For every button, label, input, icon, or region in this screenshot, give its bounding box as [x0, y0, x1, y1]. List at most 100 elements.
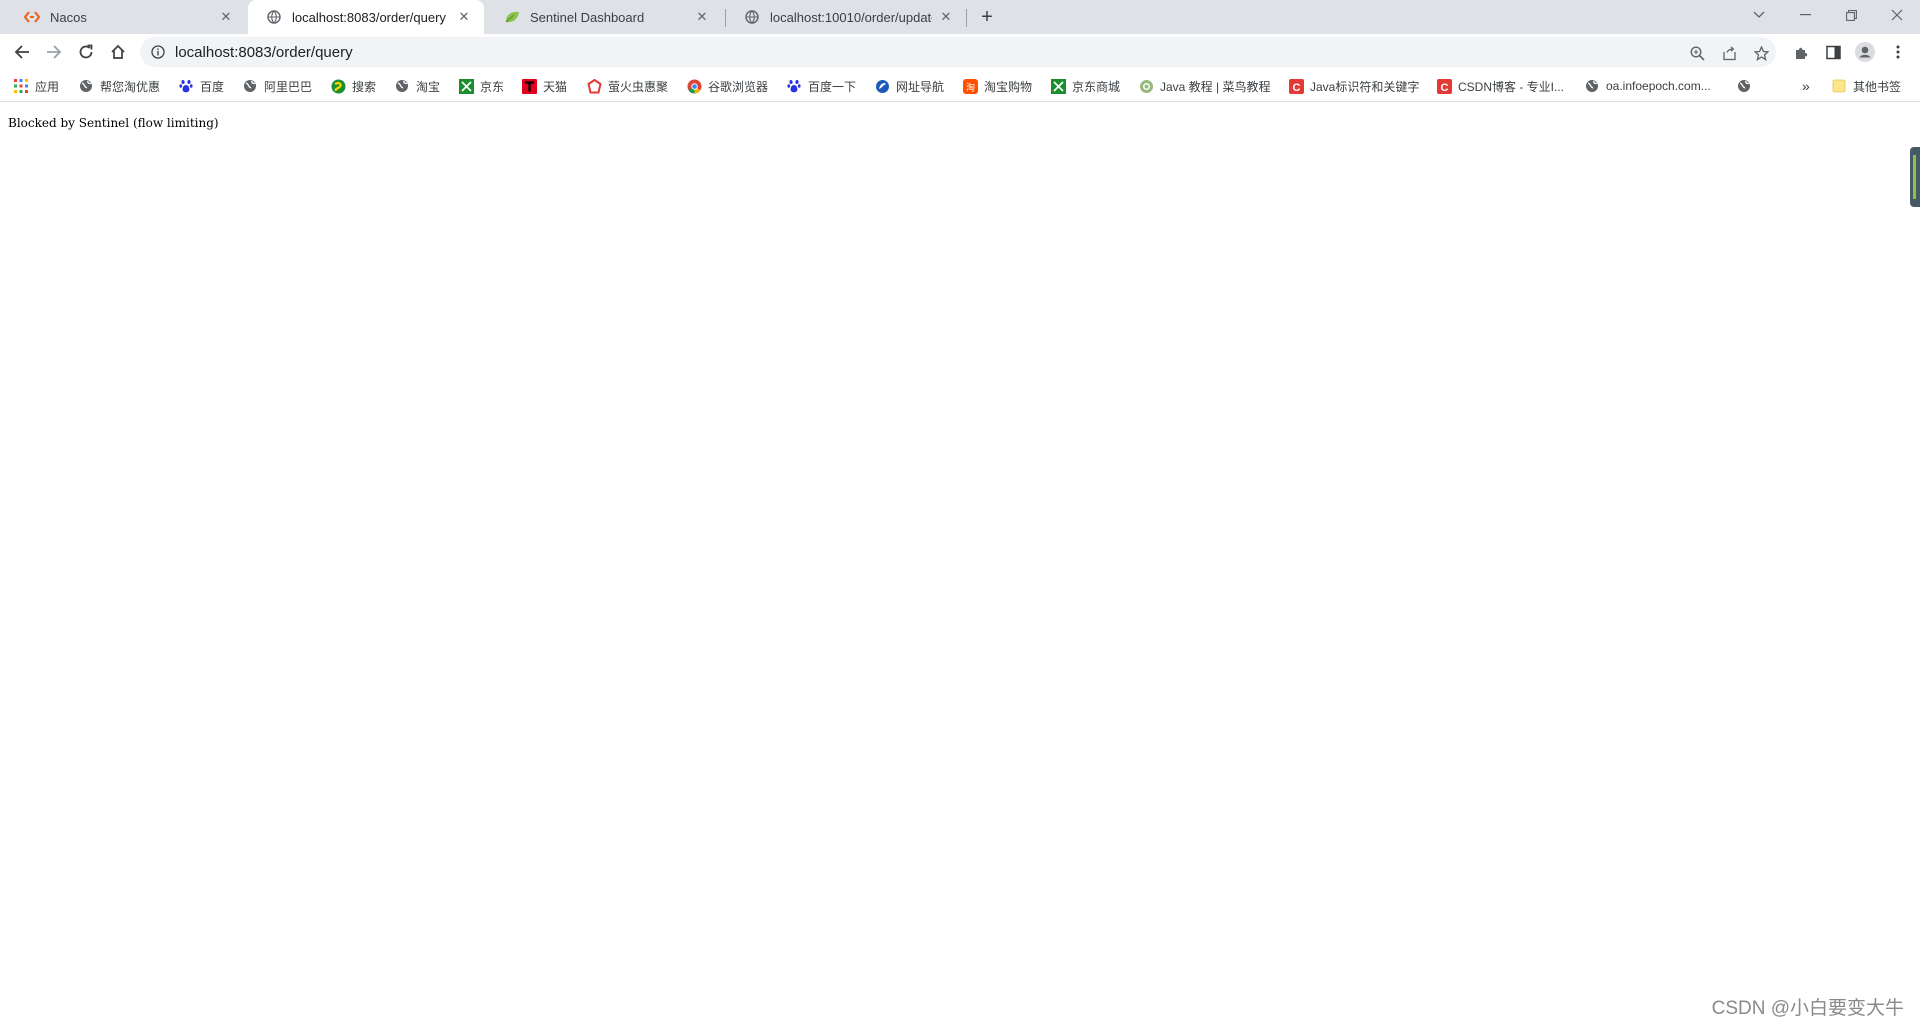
tab-title: Sentinel Dashboard: [530, 9, 645, 25]
tab-nacos[interactable]: Nacos ✕: [6, 0, 246, 34]
bookmark-label: 应用: [35, 79, 60, 94]
bookmark-item[interactable]: C Java标识符和关键字: [1288, 76, 1419, 96]
runoob-icon: [1138, 78, 1154, 94]
bookmark-label: 淘宝: [416, 79, 441, 94]
globe-icon: [744, 9, 760, 25]
bookmark-item[interactable]: 京东商城: [1050, 76, 1120, 96]
bookmark-item[interactable]: 百度: [178, 76, 224, 96]
bookmark-item[interactable]: 网址导航: [874, 76, 944, 96]
bookmark-item[interactable]: 谷歌浏览器: [686, 76, 768, 96]
other-bookmarks-folder[interactable]: 其他书签: [1831, 76, 1920, 96]
globe-icon: [266, 9, 282, 25]
forward-button[interactable]: [40, 38, 68, 66]
globe-icon: [1584, 78, 1600, 94]
bookmark-item[interactable]: 天猫: [521, 76, 567, 96]
tab-order-update[interactable]: localhost:10010/order/update ✕: [726, 0, 966, 34]
bookmark-label: oa.infoepoch.com...: [1606, 79, 1711, 93]
nav-icon: [874, 78, 890, 94]
menu-kebab-icon[interactable]: [1888, 42, 1908, 62]
globe-icon: [394, 78, 410, 94]
restore-icon[interactable]: [1828, 0, 1874, 30]
page-content: Blocked by Sentinel (flow limiting) CSDN…: [0, 103, 1920, 1032]
bookmark-item[interactable]: Java 教程 | 菜鸟教程: [1138, 76, 1270, 96]
tab-order-query[interactable]: localhost:8083/order/query ✕: [248, 0, 484, 34]
bookmark-label: 京东: [480, 79, 505, 94]
baidu-paw-icon: [786, 78, 802, 94]
reload-button[interactable]: [72, 38, 100, 66]
tmall-icon: [521, 78, 537, 94]
share-icon[interactable]: [1720, 44, 1738, 62]
folder-icon: [1831, 78, 1847, 94]
globe-icon: [78, 78, 94, 94]
apps-grid-icon: [13, 78, 29, 94]
tab-separator: [966, 9, 967, 27]
minimize-icon[interactable]: [1782, 0, 1828, 30]
sentinel-leaf-icon: [504, 9, 520, 25]
new-tab-button[interactable]: +: [975, 5, 999, 29]
bookmark-item[interactable]: 搜索: [330, 76, 376, 96]
url-text[interactable]: localhost:8083/order/query: [175, 44, 353, 61]
tab-title: localhost:8083/order/query: [292, 9, 446, 25]
close-window-icon[interactable]: [1874, 0, 1920, 30]
bookmark-item[interactable]: 萤火虫惠聚: [586, 76, 668, 96]
bookmark-label: 淘宝购物: [984, 79, 1033, 94]
close-icon[interactable]: ✕: [938, 9, 954, 25]
bookmark-label: 天猫: [543, 79, 568, 94]
baidu-paw-icon: [178, 78, 194, 94]
tab-strip: Nacos ✕ localhost:8083/order/query ✕ Sen…: [0, 0, 1920, 34]
bookmark-item[interactable]: C CSDN博客 - 专业I...: [1436, 76, 1564, 96]
close-icon[interactable]: ✕: [218, 9, 234, 25]
bookmark-label: 百度一下: [808, 79, 857, 94]
bookmark-item[interactable]: 淘 淘宝购物: [962, 76, 1032, 96]
bookmark-label: 搜索: [352, 79, 377, 94]
tab-title: Nacos: [50, 9, 87, 25]
firefly-icon: [586, 78, 602, 94]
address-bar[interactable]: localhost:8083/order/query: [140, 37, 1776, 67]
zoom-icon[interactable]: [1688, 44, 1706, 62]
chrome-icon: [686, 78, 702, 94]
nacos-icon: [24, 9, 40, 25]
jd-icon: [1050, 78, 1066, 94]
bookmarks-overflow-icon[interactable]: »: [1802, 76, 1810, 96]
bookmark-item[interactable]: 淘宝: [394, 76, 440, 96]
bookmark-label: Java 教程 | 菜鸟教程: [1160, 79, 1271, 94]
site-info-icon[interactable]: [150, 44, 166, 60]
bookmark-label: 帮您淘优惠: [100, 79, 161, 94]
blocked-message: Blocked by Sentinel (flow limiting): [8, 116, 219, 130]
taobao-icon: 淘: [962, 78, 978, 94]
bookmark-label: 京东商城: [1072, 79, 1121, 94]
csdn-watermark: CSDN @小白要变大牛: [1711, 998, 1904, 1019]
close-icon[interactable]: ✕: [456, 9, 472, 25]
svg-text:淘: 淘: [965, 81, 974, 93]
close-icon[interactable]: ✕: [694, 9, 710, 25]
bookmark-label: Java标识符和关键字: [1310, 79, 1420, 94]
svg-text:C: C: [1292, 82, 1300, 94]
back-button[interactable]: [8, 38, 36, 66]
csdn-icon: C: [1288, 78, 1304, 94]
bookmark-item[interactable]: 百度一下: [786, 76, 856, 96]
bookmarks-bar: 应用 帮您淘优惠 百度 阿里巴巴 搜索 淘宝 京东 天猫 萤火虫惠聚 谷歌浏览器…: [0, 70, 1920, 102]
bookmark-star-icon[interactable]: [1752, 44, 1770, 62]
profile-avatar-icon[interactable]: [1855, 42, 1875, 62]
search-engine-icon: [330, 78, 346, 94]
side-panel-handle[interactable]: [1910, 147, 1920, 207]
bookmark-item[interactable]: oa.infoepoch.com...: [1584, 76, 1711, 96]
bookmark-apps[interactable]: 应用: [13, 76, 59, 96]
bookmark-item[interactable]: [1736, 76, 1758, 96]
side-panel-icon[interactable]: [1823, 42, 1843, 62]
bookmark-label: CSDN博客 - 专业I...: [1458, 79, 1565, 94]
jd-icon: [458, 78, 474, 94]
tab-title: localhost:10010/order/update: [770, 9, 932, 25]
browser-toolbar: localhost:8083/order/query: [0, 34, 1920, 70]
bookmark-item[interactable]: 帮您淘优惠: [78, 76, 160, 96]
csdn-icon: C: [1436, 78, 1452, 94]
bookmark-label: 阿里巴巴: [264, 79, 313, 94]
tab-sentinel-dashboard[interactable]: Sentinel Dashboard ✕: [486, 0, 722, 34]
globe-icon: [242, 78, 258, 94]
bookmark-item[interactable]: 京东: [458, 76, 504, 96]
home-button[interactable]: [104, 38, 132, 66]
globe-icon: [1736, 78, 1752, 94]
tab-search-icon[interactable]: [1736, 0, 1782, 30]
bookmark-item[interactable]: 阿里巴巴: [242, 76, 312, 96]
extensions-icon[interactable]: [1791, 42, 1811, 62]
